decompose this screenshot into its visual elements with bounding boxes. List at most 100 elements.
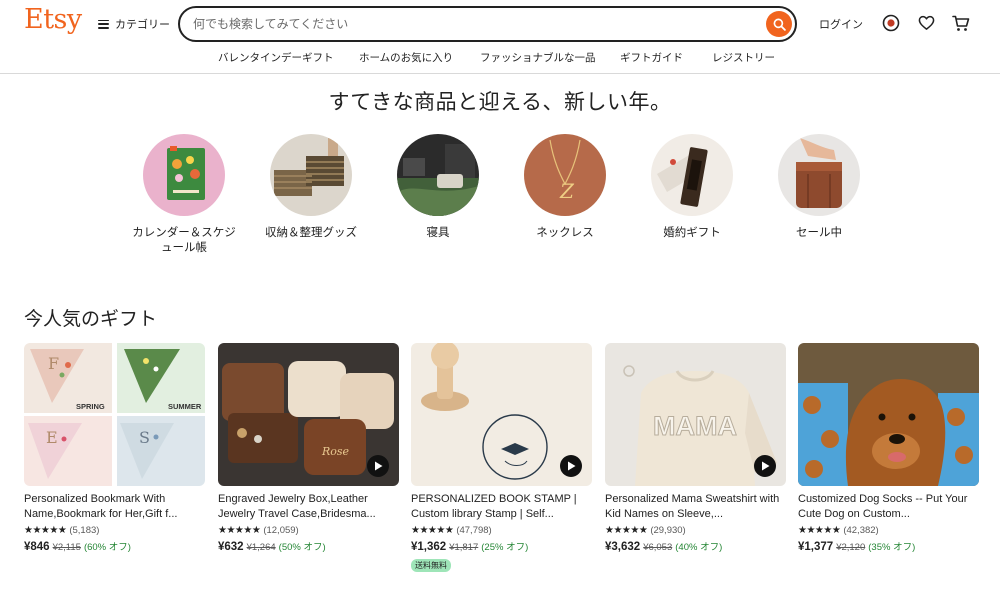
product-price: ¥846 ¥2,115 (60% オフ) [24,539,205,553]
product-card[interactable]: Rose Engraved Jewelry Box,Leather Jewelr… [218,343,399,553]
svg-text:Rose: Rose [321,445,350,458]
category-image [143,134,225,216]
svg-text:F: F [48,354,59,373]
category-calendar[interactable]: カレンダー＆スケジュール帳 [129,134,239,255]
svg-text:S: S [139,428,150,447]
product-image: MAMA [605,343,786,486]
categories-button[interactable]: カテゴリー [98,15,170,33]
product-card[interactable]: F E S SPRING SUMMER Personalized Bookmar… [24,343,205,553]
discount: (50% オフ) [278,542,326,553]
category-label: 寝具 [426,225,450,239]
play-icon[interactable] [560,455,582,477]
subnav-registry[interactable]: レジストリー [712,50,775,65]
play-icon[interactable] [367,455,389,477]
category-image [397,134,479,216]
category-label: セール中 [796,225,842,239]
category-label: カレンダー＆スケジュール帳 [132,225,236,254]
site-header: Etsy カテゴリー ログイン バレンタインデーギフト [0,0,1000,74]
original-price: ¥6,053 [643,542,673,553]
product-rating: ★★★★★ (47,798) [411,523,592,537]
search-icon [773,18,786,31]
category-storage[interactable]: 収納＆整理グッズ [256,134,366,240]
category-engagement-gifts[interactable]: 婚約ギフト [637,134,747,240]
original-price: ¥2,120 [836,542,866,553]
search-input[interactable] [193,17,753,31]
thumb-label-spring: SPRING [76,402,105,411]
category-sale[interactable]: セール中 [764,134,874,240]
category-image [778,134,860,216]
sub-navigation: バレンタインデーギフト ホームのお気に入り ファッショナブルな一品 ギフトガイド… [0,50,1000,66]
original-price: ¥1,264 [246,542,276,553]
product-title[interactable]: Personalized Mama Sweatshirt with Kid Na… [605,492,786,522]
section-title: 今人気のギフト [24,308,158,330]
product-price: ¥3,632 ¥6,053 (40% オフ) [605,539,786,553]
product-title[interactable]: Engraved Jewelry Box,Leather Jewelry Tra… [218,492,399,522]
product-title[interactable]: PERSONALIZED BOOK STAMP | Custom library… [411,492,592,522]
search-bar [178,6,797,42]
discount: (60% オフ) [83,542,131,553]
category-image [270,134,352,216]
cart-icon[interactable] [951,13,971,33]
thumb-label-summer: SUMMER [168,402,202,411]
product-image [411,343,592,486]
discount: (25% オフ) [481,542,529,553]
star-rating-icon: ★★★★★ [605,524,648,536]
svg-text:Z: Z [559,179,575,203]
review-count: (12,059) [263,524,299,536]
login-link[interactable]: ログイン [819,16,863,32]
star-rating-icon: ★★★★★ [411,524,454,536]
category-necklace[interactable]: Z ネックレス [510,134,620,240]
sale-price: ¥632 [218,541,244,553]
sale-price: ¥1,362 [411,541,447,553]
menu-icon [98,19,109,29]
subnav-gift-guide[interactable]: ギフトガイド [620,50,683,65]
discount: (40% オフ) [675,542,723,553]
star-rating-icon: ★★★★★ [218,524,261,536]
product-price: ¥1,362 ¥1,817 (25% オフ) [411,539,592,553]
target-icon[interactable] [881,13,901,33]
product-title[interactable]: Personalized Bookmark With Name,Bookmark… [24,492,205,522]
category-image: Z [524,134,606,216]
review-count: (29,930) [650,524,686,536]
play-icon[interactable] [754,455,776,477]
product-rating: ★★★★★ (5,183) [24,523,205,537]
star-rating-icon: ★★★★★ [798,524,841,536]
product-image [798,343,979,486]
product-image: Rose [218,343,399,486]
free-shipping-badge: 送料無料 [411,559,451,572]
subnav-home-favorites[interactable]: ホームのお気に入り [359,50,453,65]
product-card[interactable]: PERSONALIZED BOOK STAMP | Custom library… [411,343,592,572]
category-label: ネックレス [536,225,594,239]
category-bedding[interactable]: 寝具 [383,134,493,240]
original-price: ¥2,115 [52,542,81,553]
etsy-logo[interactable]: Etsy [24,4,82,35]
sale-price: ¥1,377 [798,541,834,553]
category-label: 収納＆整理グッズ [265,225,357,239]
discount: (35% オフ) [868,542,916,553]
product-title[interactable]: Customized Dog Socks -- Put Your Cute Do… [798,492,979,522]
search-button[interactable] [766,11,792,37]
original-price: ¥1,817 [449,542,479,553]
review-count: (47,798) [456,524,492,536]
review-count: (42,382) [843,524,879,536]
product-rating: ★★★★★ (29,930) [605,523,786,537]
product-image: F E S SPRING SUMMER [24,343,205,486]
product-price: ¥632 ¥1,264 (50% オフ) [218,539,399,553]
sweatshirt-text: MAMA [653,411,737,441]
product-card[interactable]: Customized Dog Socks -- Put Your Cute Do… [798,343,979,553]
product-card[interactable]: MAMA Personalized Mama Sweatshirt with K… [605,343,786,553]
subnav-fashion[interactable]: ファッショナブルな一品 [480,50,596,65]
subnav-valentine[interactable]: バレンタインデーギフト [218,50,334,65]
review-count: (5,183) [69,524,100,536]
category-image [651,134,733,216]
hero-title: すてきな商品と迎える、新しい年。 [328,90,672,114]
product-price: ¥1,377 ¥2,120 (35% オフ) [798,539,979,553]
heart-icon[interactable] [916,13,936,33]
sale-price: ¥846 [24,541,50,553]
star-rating-icon: ★★★★★ [24,524,67,536]
category-label: 婚約ギフト [663,225,721,239]
sale-price: ¥3,632 [605,541,641,553]
product-rating: ★★★★★ (12,059) [218,523,399,537]
svg-text:E: E [46,428,58,447]
categories-label: カテゴリー [115,18,170,31]
